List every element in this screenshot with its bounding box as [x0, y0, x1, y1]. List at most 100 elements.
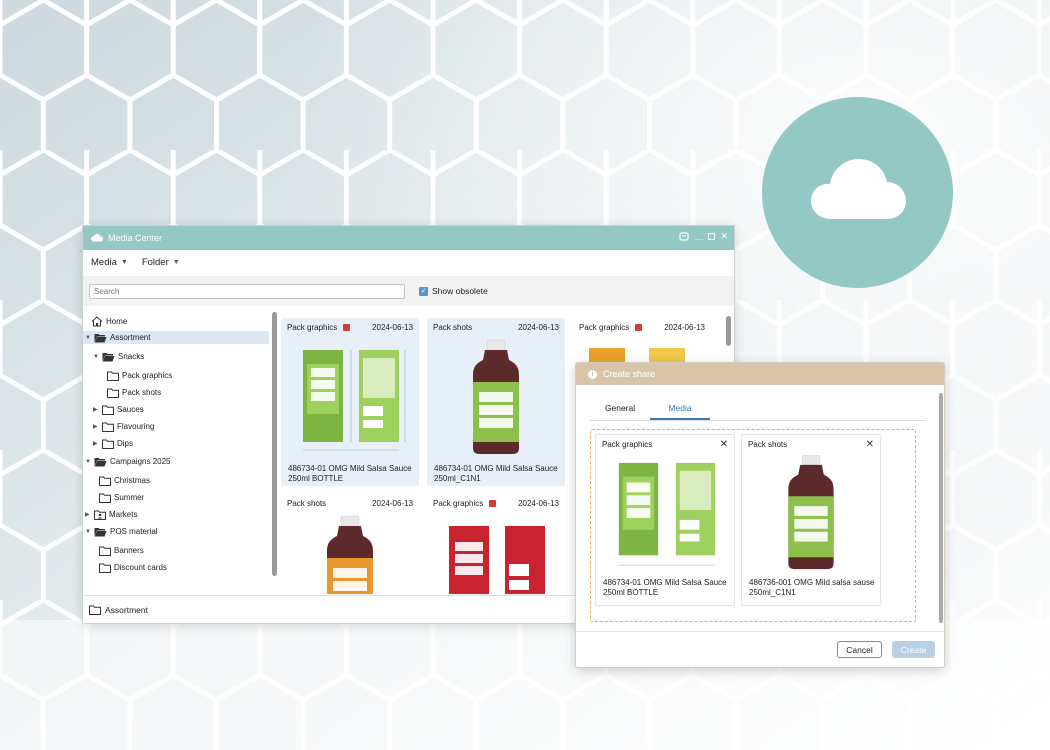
minimize-icon[interactable]: …: [694, 232, 703, 242]
media-card[interactable]: Pack graphics 2024-06-13: [281, 318, 419, 486]
close-icon[interactable]: ✕: [720, 231, 728, 242]
folder-open-icon: [94, 333, 107, 342]
folder-icon: [102, 439, 114, 449]
create-button[interactable]: Create: [892, 641, 935, 658]
card-type: Pack graphics: [602, 439, 653, 449]
folder-icon: [102, 405, 114, 415]
media-menu[interactable]: Media ▼: [91, 257, 128, 268]
card-type: Pack graphics: [287, 322, 338, 332]
tree-item-home[interactable]: Home: [91, 315, 127, 328]
tree-item-label: Banners: [114, 546, 144, 555]
tab-general[interactable]: General: [590, 401, 650, 420]
tree-item-assortment[interactable]: ▼ Assortment: [83, 331, 269, 344]
caret-right-icon: ▶: [85, 512, 90, 518]
tree-scrollbar[interactable]: [272, 312, 277, 576]
tree-item-discount-cards[interactable]: Discount cards: [99, 561, 167, 574]
bottle-pack-shot-thumbnail: [473, 339, 519, 454]
current-path: Assortment: [105, 604, 148, 615]
close-icon[interactable]: ✕: [720, 439, 728, 450]
tree-item-markets[interactable]: ▶ Markets: [85, 508, 137, 521]
card-date: 2024-06-13: [518, 322, 559, 332]
card-type: Pack graphics: [433, 498, 484, 508]
tree-item-label: Markets: [109, 510, 138, 519]
card-date: 2024-06-13: [372, 498, 413, 508]
caret-down-icon: ▼: [93, 353, 99, 360]
search-input[interactable]: [89, 283, 405, 299]
folder-open-icon: [102, 352, 115, 361]
dialog-title: Create share: [603, 369, 656, 379]
comment-icon[interactable]: [489, 499, 497, 507]
tree-item-label: Pack shots: [122, 388, 162, 397]
dialog-scrollbar[interactable]: [939, 393, 943, 623]
folder-menu[interactable]: Folder ▼: [142, 257, 180, 268]
window-title: Media Center: [108, 233, 163, 243]
tree-item-label: Home: [106, 317, 128, 326]
dialog-footer: Cancel Create: [576, 631, 944, 667]
folder-icon: [89, 605, 101, 615]
tree-item-pack-graphics[interactable]: Pack graphics: [107, 369, 172, 382]
card-caption: 486736-001 OMG Mild salsa sause: [749, 578, 875, 587]
tree-item-sauces[interactable]: ▶ Sauces: [93, 403, 144, 416]
tree-item-label: Assortment: [110, 333, 151, 342]
media-dropzone[interactable]: Pack graphics ✕ 486734-01 OMG Mild Salsa…: [590, 429, 916, 622]
caret-right-icon: ▶: [93, 441, 98, 447]
tree-item-banners[interactable]: Banners: [99, 544, 144, 557]
folder-icon: [102, 422, 114, 432]
comment-icon[interactable]: [635, 323, 643, 331]
search-row: ✓ Show obsolete: [83, 276, 734, 306]
show-obsolete-label: Show obsolete: [432, 286, 488, 296]
tree-item-flavouring[interactable]: ▶ Flavouring: [93, 420, 154, 433]
tree-item-pack-shots[interactable]: Pack shots: [107, 386, 161, 399]
pack-graphics-thumbnail: [303, 350, 406, 451]
card-caption: 250ml_C1N1: [434, 474, 481, 483]
card-caption: 486734-01 OMG Mild Salsa Sauce: [603, 578, 727, 587]
cancel-button[interactable]: Cancel: [837, 641, 882, 658]
media-card[interactable]: Pack graphics 2024-06-13: [427, 494, 565, 594]
maximize-icon[interactable]: [708, 233, 716, 240]
dialog-titlebar: i Create share: [576, 363, 944, 385]
folder-tree: Home ▼ Assortment ▼ Snacks Pack graphics…: [83, 312, 277, 594]
tree-item-label: Campaigns 2025: [110, 457, 171, 466]
share-media-card[interactable]: Pack shots ✕ 486736-001 OMG Mild salsa s…: [741, 434, 881, 606]
tree-item-pos-material[interactable]: ▼ POS material: [85, 525, 158, 538]
window-titlebar: Media Center … ✕: [83, 226, 734, 250]
caret-down-icon: ▼: [85, 334, 91, 341]
card-date: 2024-06-13: [372, 322, 413, 332]
folder-icon: [99, 493, 111, 503]
media-card[interactable]: Pack shots 2024-06-13: [281, 494, 419, 594]
card-caption: 250ml BOTTLE: [603, 588, 659, 597]
bottle-pack-shot-thumbnail: [788, 455, 834, 570]
media-card[interactable]: Pack shots 2024-06-13 486734-01 OMG Mild…: [427, 318, 565, 486]
folder-menu-label: Folder: [141, 256, 169, 268]
folder-user-icon: [94, 510, 106, 520]
tab-media[interactable]: Media: [650, 401, 710, 420]
folder-icon: [99, 563, 111, 573]
chat-icon[interactable]: [679, 231, 690, 242]
tree-item-label: Dips: [117, 439, 134, 448]
card-caption: 250ml_C1N1: [749, 588, 796, 597]
cloud-icon: [811, 159, 906, 219]
tree-item-dips[interactable]: ▶ Dips: [93, 437, 133, 450]
bottle-pack-shot-thumbnail: [327, 515, 373, 594]
card-date: 2024-06-13: [518, 498, 559, 508]
close-icon[interactable]: ✕: [866, 439, 874, 450]
cloud-badge: [762, 97, 953, 288]
card-date: 2024-06-13: [664, 322, 705, 332]
show-obsolete-checkbox[interactable]: ✓ Show obsolete: [419, 286, 488, 296]
folder-icon: [99, 476, 111, 486]
cloud-icon: [91, 234, 103, 242]
tree-item-campaigns-2025[interactable]: ▼ Campaigns 2025: [85, 455, 170, 468]
tree-item-snacks[interactable]: ▼ Snacks: [93, 350, 144, 363]
card-type: Pack shots: [748, 439, 788, 449]
folder-icon: [107, 371, 119, 381]
card-caption: 486734-01 OMG Mild Salsa Sauce: [434, 464, 558, 473]
comment-icon[interactable]: [343, 323, 351, 331]
grid-scrollbar[interactable]: [726, 316, 731, 346]
tree-item-summer[interactable]: Summer: [99, 491, 144, 504]
tree-item-label: Snacks: [118, 352, 145, 361]
chevron-down-icon: ▼: [172, 258, 180, 266]
share-media-card[interactable]: Pack graphics ✕ 486734-01 OMG Mild Salsa…: [595, 434, 735, 606]
tree-item-label: Sauces: [117, 405, 144, 414]
tree-item-label: Discount cards: [114, 563, 167, 572]
tree-item-christmas[interactable]: Christmas: [99, 474, 150, 487]
